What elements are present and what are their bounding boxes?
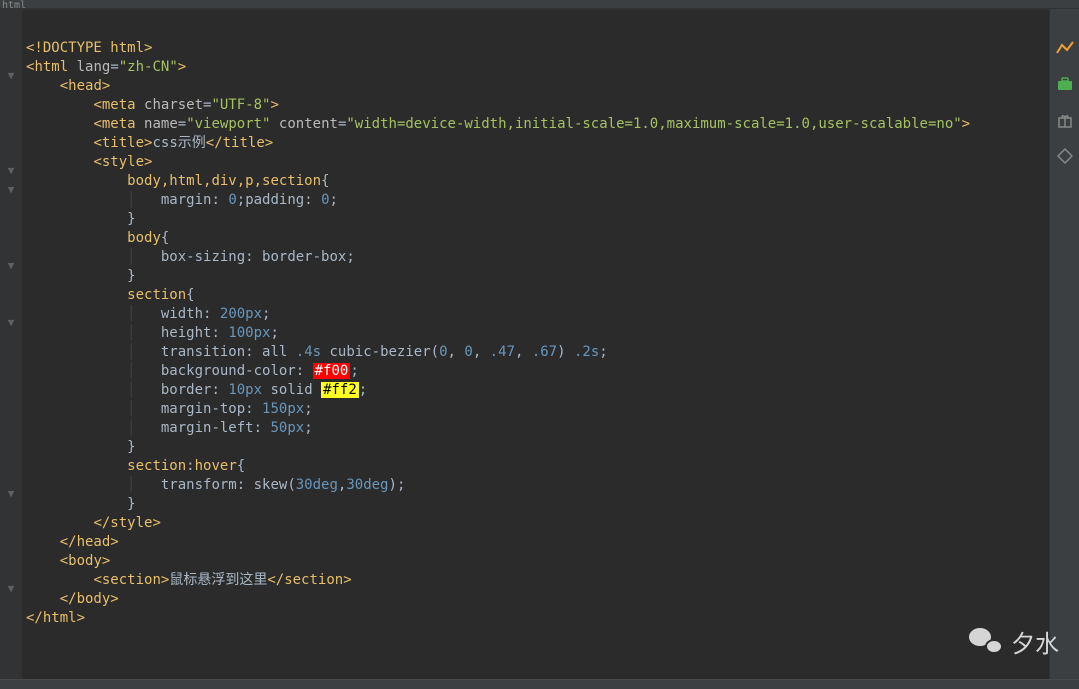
fold-marker[interactable] (0, 142, 22, 161)
code-line[interactable]: │ border: 10px solid #ff2; (22, 381, 1049, 400)
code-line[interactable]: </body> (22, 590, 1049, 609)
fold-marker[interactable] (0, 332, 22, 351)
fold-marker[interactable] (0, 598, 22, 617)
fold-marker[interactable] (0, 522, 22, 541)
watermark: 夕水 (969, 624, 1059, 659)
briefcase-icon[interactable] (1056, 75, 1074, 93)
color-swatch-f00: #f00 (313, 363, 351, 379)
code-line[interactable]: } (22, 438, 1049, 457)
code-line[interactable]: │ box-sizing: border-box; (22, 248, 1049, 267)
fold-marker[interactable] (0, 560, 22, 579)
code-line[interactable]: │ width: 200px; (22, 305, 1049, 324)
code-line[interactable]: section{ (22, 286, 1049, 305)
code-line[interactable]: </head> (22, 533, 1049, 552)
fold-marker[interactable] (0, 199, 22, 218)
code-editor[interactable]: <!DOCTYPE html> <html lang="zh-CN"> <hea… (22, 9, 1049, 689)
code-line[interactable]: <html lang="zh-CN"> (22, 58, 1049, 77)
code-line[interactable]: </style> (22, 514, 1049, 533)
color-swatch-ff2: #ff2 (321, 382, 359, 398)
code-line[interactable]: <meta charset="UTF-8"> (22, 96, 1049, 115)
fold-marker[interactable]: ▼ (0, 579, 22, 598)
status-bar (0, 679, 1079, 689)
fold-marker[interactable]: ▼ (0, 256, 22, 275)
code-line[interactable]: │ transform: skew(30deg,30deg); (22, 476, 1049, 495)
code-line[interactable]: <meta name="viewport" content="width=dev… (22, 115, 1049, 134)
gift-icon[interactable] (1056, 111, 1074, 129)
breadcrumb-bar: html (0, 0, 1079, 9)
code-line[interactable]: │ background-color: #f00; (22, 362, 1049, 381)
fold-marker[interactable]: ▼ (0, 180, 22, 199)
code-line[interactable]: <section>鼠标悬浮到这里</section> (22, 571, 1049, 590)
code-line[interactable]: } (22, 210, 1049, 229)
right-tool-panel (1049, 9, 1079, 689)
fold-marker[interactable]: ▼ (0, 313, 22, 332)
code-line[interactable]: body,html,div,p,section{ (22, 172, 1049, 191)
fold-marker[interactable] (0, 370, 22, 389)
code-line[interactable]: body{ (22, 229, 1049, 248)
gutter[interactable]: ▼ ▼ ▼ ▼ ▼ ▼ ▼ (0, 9, 22, 689)
fold-marker[interactable] (0, 104, 22, 123)
fold-marker[interactable] (0, 408, 22, 427)
code-line[interactable]: </html> (22, 609, 1049, 628)
diamond-icon[interactable] (1056, 147, 1074, 165)
fold-marker[interactable] (0, 237, 22, 256)
fold-marker[interactable] (0, 294, 22, 313)
fold-marker[interactable] (0, 427, 22, 446)
fold-marker[interactable]: ▼ (0, 161, 22, 180)
fold-marker[interactable] (0, 218, 22, 237)
code-line[interactable]: <!DOCTYPE html> (22, 39, 1049, 58)
code-line[interactable]: <style> (22, 153, 1049, 172)
fold-marker[interactable] (0, 465, 22, 484)
code-line[interactable]: │ margin-top: 150px; (22, 400, 1049, 419)
fold-marker[interactable] (0, 541, 22, 560)
code-line[interactable]: section:hover{ (22, 457, 1049, 476)
code-line[interactable]: │ margin: 0;padding: 0; (22, 191, 1049, 210)
code-line[interactable]: <head> (22, 77, 1049, 96)
chart-icon[interactable] (1056, 39, 1074, 57)
fold-marker[interactable] (0, 503, 22, 522)
fold-marker[interactable] (0, 446, 22, 465)
code-line[interactable]: │ height: 100px; (22, 324, 1049, 343)
fold-marker[interactable]: ▼ (0, 66, 22, 85)
wechat-icon (969, 628, 1003, 656)
fold-marker[interactable] (0, 351, 22, 370)
code-line[interactable]: } (22, 267, 1049, 286)
fold-marker[interactable]: ▼ (0, 484, 22, 503)
editor-area: ▼ ▼ ▼ ▼ ▼ ▼ ▼ <!DOCTYPE html> <html lang… (0, 9, 1079, 689)
watermark-text: 夕水 (1011, 624, 1059, 659)
fold-marker[interactable] (0, 85, 22, 104)
code-line[interactable]: <body> (22, 552, 1049, 571)
fold-marker[interactable] (0, 123, 22, 142)
code-line[interactable]: │ margin-left: 50px; (22, 419, 1049, 438)
fold-marker[interactable] (0, 47, 22, 66)
code-line[interactable]: <title>css示例</title> (22, 134, 1049, 153)
fold-marker[interactable] (0, 275, 22, 294)
code-line[interactable]: } (22, 495, 1049, 514)
code-line[interactable]: │ transition: all .4s cubic-bezier(0, 0,… (22, 343, 1049, 362)
fold-marker[interactable] (0, 389, 22, 408)
